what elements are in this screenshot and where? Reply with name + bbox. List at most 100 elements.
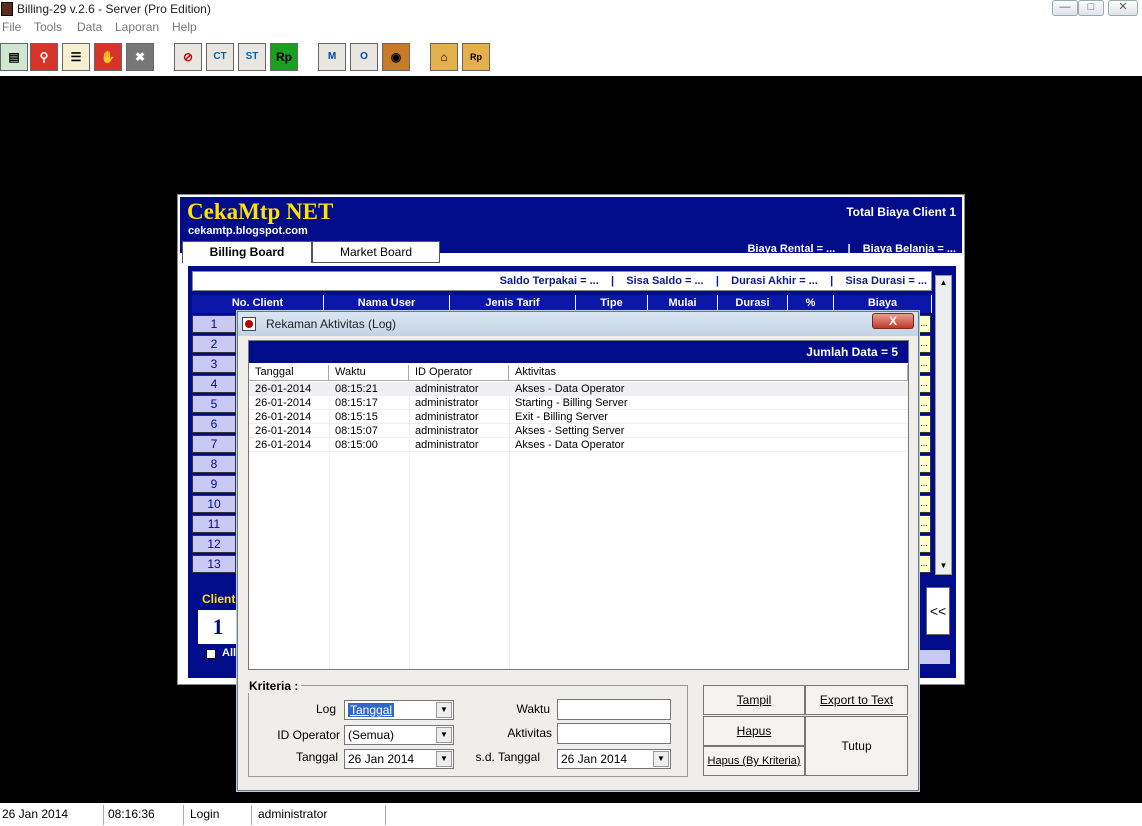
- menu-laporan[interactable]: Laporan: [115, 20, 159, 34]
- menu-data[interactable]: Data: [77, 20, 102, 34]
- close-button[interactable]: ✕: [1108, 0, 1138, 16]
- member-icon[interactable]: M: [318, 43, 346, 71]
- status-time: 08:16:36: [106, 805, 184, 825]
- all-checkbox[interactable]: [206, 649, 216, 659]
- tab-market-board[interactable]: Market Board: [312, 241, 440, 263]
- chevron-down-icon[interactable]: ▼: [653, 751, 669, 767]
- biaya-cell: ...: [917, 435, 931, 453]
- maximize-button[interactable]: □: [1078, 0, 1104, 16]
- sd-tanggal-label: s.d. Tanggal: [475, 750, 541, 764]
- no-entry-icon[interactable]: ⊘: [174, 43, 202, 71]
- key-icon[interactable]: ⚲: [30, 43, 58, 71]
- dialog-title-bar[interactable]: Rekaman Aktivitas (Log) X: [238, 312, 918, 336]
- col-aktivitas[interactable]: Aktivitas: [509, 365, 908, 381]
- tutup-button[interactable]: Tutup: [805, 716, 908, 776]
- scroll-up-icon[interactable]: ▲: [936, 276, 951, 291]
- home-icon[interactable]: ⌂: [430, 43, 458, 71]
- menu-tools[interactable]: Tools: [34, 20, 62, 34]
- cell-operator: administrator: [415, 425, 479, 437]
- table-row[interactable]: 26-01-2014 08:15:07 administrator Akses …: [249, 424, 908, 438]
- minimize-button[interactable]: —: [1052, 0, 1078, 16]
- operator-label: ID Operator: [277, 728, 340, 742]
- total-biaya-label: Total Biaya Client 1: [846, 205, 956, 219]
- client-row-6[interactable]: 6: [192, 415, 236, 433]
- waktu-field[interactable]: [557, 699, 671, 720]
- client-row-1[interactable]: 1: [192, 315, 236, 333]
- client-row-11[interactable]: 11: [192, 515, 236, 533]
- client-label: Client: [202, 592, 236, 606]
- client-row-3[interactable]: 3: [192, 355, 236, 373]
- log-icon: [242, 317, 256, 331]
- table-row[interactable]: 26-01-2014 08:15:00 administrator Akses …: [249, 438, 908, 452]
- client-row-9[interactable]: 9: [192, 475, 236, 493]
- client-row-10[interactable]: 10: [192, 495, 236, 513]
- operator-select[interactable]: (Semua) ▼: [344, 725, 454, 745]
- calculator-icon[interactable]: ▤: [0, 43, 28, 71]
- menu-help[interactable]: Help: [172, 20, 197, 34]
- biaya-summary: Biaya Rental = ... | Biaya Belanja = ...: [747, 243, 956, 255]
- cell-tanggal: 26-01-2014: [255, 425, 312, 437]
- all-label: All: [222, 647, 237, 659]
- home-rupiah-icon[interactable]: Rp: [462, 43, 490, 71]
- client-row-13[interactable]: 13: [192, 555, 236, 573]
- burger-icon[interactable]: ◉: [382, 43, 410, 71]
- rupiah-icon[interactable]: Rp: [270, 43, 298, 71]
- cell-waktu: 08:15:00: [335, 439, 378, 451]
- close-x-icon[interactable]: ✖: [126, 43, 154, 71]
- dialog-close-button[interactable]: X: [872, 313, 914, 329]
- aktivitas-field[interactable]: [557, 723, 671, 744]
- client-number: 1: [198, 610, 238, 644]
- log-select[interactable]: Tanggal ▼: [344, 700, 454, 720]
- cell-tanggal: 26-01-2014: [255, 439, 312, 451]
- table-row[interactable]: 26-01-2014 08:15:15 administrator Exit -…: [249, 410, 908, 424]
- cell-aktivitas: Starting - Billing Server: [515, 397, 628, 409]
- ct-client-icon[interactable]: CT: [206, 43, 234, 71]
- client-row-2[interactable]: 2: [192, 335, 236, 353]
- status-mode: Login: [188, 805, 252, 825]
- col-tanggal[interactable]: Tanggal: [249, 365, 329, 381]
- st-status-icon[interactable]: ST: [238, 43, 266, 71]
- sd-tanggal-picker[interactable]: 26 Jan 2014 ▼: [557, 749, 671, 769]
- tab-billing-board[interactable]: Billing Board: [182, 241, 312, 263]
- tanggal-picker[interactable]: 26 Jan 2014 ▼: [344, 749, 454, 769]
- log-list: Jumlah Data = 5 Tanggal Waktu ID Operato…: [248, 340, 909, 670]
- cell-aktivitas: Akses - Data Operator: [515, 439, 625, 451]
- table-row[interactable]: 26-01-2014 08:15:17 administrator Starti…: [249, 396, 908, 410]
- menu-bar: File Tools Data Laporan Help: [0, 19, 1142, 38]
- hapus-kriteria-button[interactable]: Hapus (By Kriteria): [703, 746, 805, 776]
- col-id-operator[interactable]: ID Operator: [409, 365, 509, 381]
- dialog-title: Rekaman Aktivitas (Log): [266, 317, 397, 331]
- chevron-down-icon[interactable]: ▼: [436, 727, 452, 743]
- operator-icon[interactable]: O: [350, 43, 378, 71]
- chevron-down-icon[interactable]: ▼: [436, 751, 452, 767]
- document-icon[interactable]: ☰: [62, 43, 90, 71]
- client-row-7[interactable]: 7: [192, 435, 236, 453]
- biaya-cell: ...: [917, 315, 931, 333]
- col-waktu[interactable]: Waktu: [329, 365, 409, 381]
- handshake-icon[interactable]: ✋: [94, 43, 122, 71]
- log-select-value: Tanggal: [348, 703, 395, 717]
- table-row[interactable]: 26-01-2014 08:15:21 administrator Akses …: [249, 382, 908, 396]
- menu-file[interactable]: File: [2, 20, 21, 34]
- cell-waktu: 08:15:15: [335, 411, 378, 423]
- status-strip: [918, 650, 950, 664]
- biaya-cell: ...: [917, 495, 931, 513]
- client-row-8[interactable]: 8: [192, 455, 236, 473]
- aktivitas-label: Aktivitas: [507, 726, 552, 740]
- biaya-cell: ...: [917, 395, 931, 413]
- hapus-button[interactable]: Hapus: [703, 716, 805, 746]
- biaya-cell: ...: [917, 535, 931, 553]
- client-row-12[interactable]: 12: [192, 535, 236, 553]
- cell-tanggal: 26-01-2014: [255, 397, 312, 409]
- tampil-button[interactable]: Tampil: [703, 685, 805, 715]
- sd-tanggal-value: 26 Jan 2014: [561, 752, 628, 766]
- toolbar: ▤ ⚲ ☰ ✋ ✖ ⊘ CT ST Rp M O ◉ ⌂ Rp: [0, 38, 1142, 76]
- client-row-4[interactable]: 4: [192, 375, 236, 393]
- scroll-down-icon[interactable]: ▼: [936, 559, 951, 574]
- grid-scrollbar[interactable]: ▲ ▼: [935, 275, 952, 575]
- log-label: Log: [315, 702, 336, 716]
- client-row-5[interactable]: 5: [192, 395, 236, 413]
- chevron-down-icon[interactable]: ▼: [436, 702, 452, 718]
- collapse-button[interactable]: <<: [926, 587, 950, 635]
- export-button[interactable]: Export to Text: [805, 685, 908, 715]
